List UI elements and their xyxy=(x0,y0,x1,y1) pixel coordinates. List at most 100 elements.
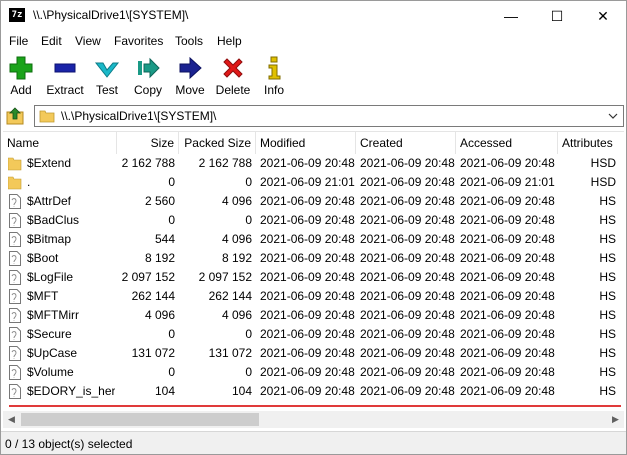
file-icon xyxy=(9,365,21,380)
file-row[interactable]: $Bitmap 544 4 096 2021-06-09 20:48 2021-06-0… xyxy=(3,230,624,249)
maximize-button[interactable]: ☐ xyxy=(534,1,580,31)
file-created: 2021-06-09 20:48 xyxy=(360,289,455,303)
file-name: $BadClus xyxy=(27,213,80,227)
file-created: 2021-06-09 20:48 xyxy=(360,156,455,170)
file-attributes: HS xyxy=(599,327,616,341)
file-modified: 2021-06-09 21:01 xyxy=(260,175,355,189)
file-size: 2 162 788 xyxy=(121,156,175,170)
file-modified: 2021-06-09 20:48 xyxy=(260,365,355,379)
file-row[interactable]: $BadClus 0 0 2021-06-09 20:48 2021-06-09 20:… xyxy=(3,211,624,230)
file-attributes: HS xyxy=(599,213,616,227)
file-attributes: HS xyxy=(599,365,616,379)
file-name: $Extend xyxy=(27,156,72,170)
highlight-underline xyxy=(9,405,621,407)
column-header-accessed[interactable]: Accessed xyxy=(456,132,558,154)
file-row[interactable]: $EDORY_is_here! 104 104 2021-06-09 20:48 202… xyxy=(3,382,624,401)
file-modified: 2021-06-09 20:48 xyxy=(260,384,355,398)
file-accessed: 2021-06-09 20:48 xyxy=(460,346,555,360)
file-modified: 2021-06-09 20:48 xyxy=(260,308,355,322)
file-created: 2021-06-09 20:48 xyxy=(360,232,455,246)
file-accessed: 2021-06-09 20:48 xyxy=(460,213,555,227)
column-header-modified[interactable]: Modified xyxy=(256,132,356,154)
file-accessed: 2021-06-09 20:48 xyxy=(460,270,555,284)
app-logo-icon: 7z xyxy=(9,8,25,22)
column-header-packed-size[interactable]: Packed Size xyxy=(179,132,256,154)
file-row[interactable]: $Boot 8 192 8 192 2021-06-09 20:48 2021-06-0… xyxy=(3,249,624,268)
extract-button[interactable]: Extract xyxy=(41,55,89,99)
file-attributes: HS xyxy=(599,232,616,246)
file-modified: 2021-06-09 20:48 xyxy=(260,251,355,265)
file-packed-size: 2 097 152 xyxy=(198,270,252,284)
move-button[interactable]: Move xyxy=(171,55,209,99)
file-name: $MFTMirr xyxy=(27,308,79,322)
file-attributes: HSD xyxy=(590,156,616,170)
file-size: 8 192 xyxy=(144,251,175,265)
folder-up-icon[interactable] xyxy=(5,106,25,126)
file-attributes: HSD xyxy=(590,175,616,189)
scroll-right-icon[interactable]: ▶ xyxy=(607,411,624,428)
menu-favorites[interactable]: Favorites xyxy=(114,34,163,48)
scroll-left-icon[interactable]: ◀ xyxy=(3,411,20,428)
file-row[interactable]: $MFTMirr 4 096 4 096 2021-06-09 20:48 2021-0… xyxy=(3,306,624,325)
move-arrow-icon xyxy=(179,56,202,80)
file-packed-size: 4 096 xyxy=(221,232,252,246)
file-size: 0 xyxy=(168,327,175,341)
file-attributes: HS xyxy=(599,308,616,322)
close-button[interactable]: ✕ xyxy=(580,1,626,31)
info-button[interactable]: Info xyxy=(259,55,289,99)
file-row[interactable]: $AttrDef 2 560 4 096 2021-06-09 20:48 2021-0… xyxy=(3,192,624,211)
horizontal-scrollbar[interactable]: ◀ ▶ xyxy=(3,411,624,428)
minimize-button[interactable]: — xyxy=(488,1,534,31)
file-icon xyxy=(9,308,21,323)
file-created: 2021-06-09 20:48 xyxy=(360,251,455,265)
file-row[interactable]: $MFT 262 144 262 144 2021-06-09 20:48 2021-0… xyxy=(3,287,624,306)
app-window: 7z \\.\PhysicalDrive1\[SYSTEM]\ — ☐ ✕ Fi… xyxy=(0,0,627,455)
file-attributes: HS xyxy=(599,270,616,284)
file-icon xyxy=(9,194,21,209)
folder-icon xyxy=(8,157,22,171)
file-row[interactable]: $LogFile 2 097 152 2 097 152 2021-06-09 20:… xyxy=(3,268,624,287)
file-modified: 2021-06-09 20:48 xyxy=(260,327,355,341)
file-row[interactable]: $UpCase 131 072 131 072 2021-06-09 20:48 202… xyxy=(3,344,624,363)
file-row[interactable]: . 0 0 2021-06-09 21:01 2021-06-09 20:48 2021-… xyxy=(3,173,624,192)
column-header-size[interactable]: Size xyxy=(117,132,179,154)
file-modified: 2021-06-09 20:48 xyxy=(260,194,355,208)
scrollbar-thumb[interactable] xyxy=(21,413,259,426)
file-name: $Bitmap xyxy=(27,232,72,246)
path-field[interactable]: \\.\PhysicalDrive1\[SYSTEM]\ xyxy=(34,105,624,127)
menu-file[interactable]: File xyxy=(9,34,28,48)
info-label: Info xyxy=(263,83,284,97)
title-bar[interactable]: 7z \\.\PhysicalDrive1\[SYSTEM]\ — ☐ ✕ xyxy=(1,1,626,31)
menu-edit[interactable]: Edit xyxy=(41,34,62,48)
test-button[interactable]: Test xyxy=(89,55,125,99)
file-row[interactable]: $Extend 2 162 788 2 162 788 2021-06-09 20:4… xyxy=(3,154,624,173)
file-packed-size: 0 xyxy=(245,175,252,189)
add-button[interactable]: Add xyxy=(3,55,39,99)
file-name: $LogFile xyxy=(27,270,74,284)
chevron-down-icon[interactable] xyxy=(607,110,619,122)
file-row[interactable]: $Secure 0 0 2021-06-09 20:48 2021-06-09 20:4… xyxy=(3,325,624,344)
file-row[interactable]: $Volume 0 0 2021-06-09 20:48 2021-06-09 20:4… xyxy=(3,363,624,382)
copy-button[interactable]: Copy xyxy=(129,55,167,99)
file-modified: 2021-06-09 20:48 xyxy=(260,232,355,246)
delete-button[interactable]: Delete xyxy=(213,55,253,99)
checkmark-icon xyxy=(94,62,120,78)
column-header-name[interactable]: Name xyxy=(3,132,117,154)
file-name: $EDORY_is_here! xyxy=(27,384,115,398)
file-icon xyxy=(9,270,21,285)
menu-tools[interactable]: Tools xyxy=(175,34,203,48)
column-header-attributes[interactable]: Attributes xyxy=(558,132,624,154)
file-icon xyxy=(9,346,21,361)
file-modified: 2021-06-09 20:48 xyxy=(260,156,355,170)
status-bar: 0 / 13 object(s) selected xyxy=(1,431,626,454)
menu-view[interactable]: View xyxy=(75,34,101,48)
file-list[interactable]: Name Size Packed Size Modified Created A… xyxy=(3,131,624,411)
file-attributes: HS xyxy=(599,194,616,208)
file-size: 2 560 xyxy=(144,194,175,208)
folder-icon xyxy=(8,176,22,190)
file-icon xyxy=(9,213,21,228)
column-header-created[interactable]: Created xyxy=(356,132,456,154)
file-accessed: 2021-06-09 20:48 xyxy=(460,365,555,379)
menu-help[interactable]: Help xyxy=(217,34,242,48)
file-attributes: HS xyxy=(599,289,616,303)
